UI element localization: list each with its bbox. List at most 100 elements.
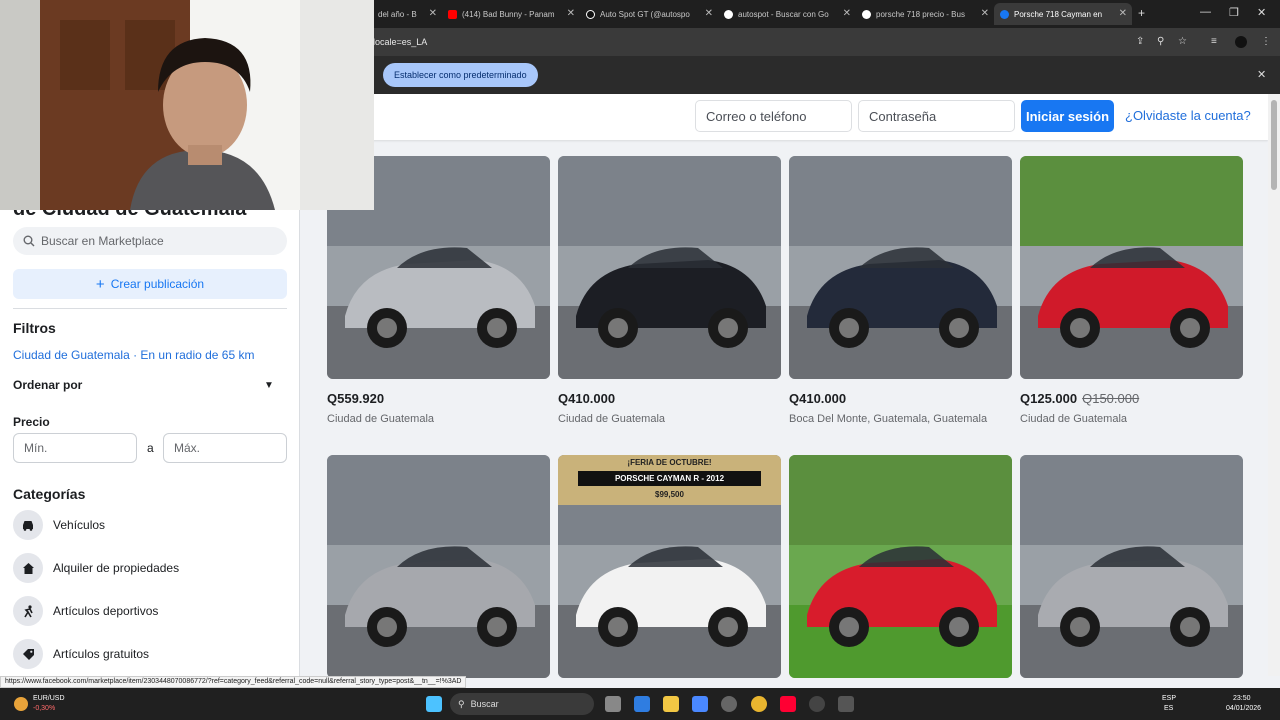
category-free[interactable]: Artículos gratuitos [13,639,149,669]
profile-avatar-icon[interactable] [1235,36,1247,48]
price-separator: a [147,441,154,455]
tab-title: Porsche 718 Cayman en [1014,9,1103,19]
clock-date: 04/01/2026 [1226,705,1262,712]
promo-banner: ¡FERIA DE OCTUBRE! PORSCHE CAYMAN R - 201… [558,455,781,505]
listing-photo[interactable] [1020,455,1243,678]
search-input[interactable]: Buscar en Marketplace [13,227,287,255]
category-rentals[interactable]: Alquiler de propiedades [13,553,179,583]
ticker-label: EUR/USD [33,695,65,702]
listing-card[interactable]: Q410.000 Boca Del Monte, Guatemala, Guate… [789,156,1012,425]
price-heading: Precio [13,415,50,429]
browser-tab-active[interactable]: Porsche 718 Cayman en ✕ [994,3,1132,25]
price-min-input[interactable]: Mín. [13,433,137,463]
category-label: Artículos deportivos [53,604,159,618]
clock-time[interactable]: 23:50 [1233,695,1251,702]
browser-tab[interactable]: del año - B ✕ [372,3,442,25]
current-price: Q410.000 [789,391,847,406]
create-label: Crear publicación [110,277,205,291]
email-field[interactable]: Correo o teléfono [695,100,852,132]
taskbar-search-label: Buscar [470,699,499,709]
banner-title: ¡FERIA DE OCTUBRE! [627,458,712,467]
categories-heading: Categorías [13,486,86,502]
listing-card[interactable]: Q410.000 Ciudad de Guatemala [558,156,781,425]
zoom-icon[interactable]: ⚲ [1157,36,1164,47]
store-icon[interactable] [634,696,650,712]
lang-label[interactable]: ESP [1162,695,1176,702]
close-icon[interactable]: ✕ [1257,68,1266,81]
browser-tab[interactable]: porsche 718 precio - Bus ✕ [856,3,994,25]
url-text[interactable]: locale=es_LA [373,37,427,47]
listing-photo[interactable] [558,156,781,379]
steam-icon[interactable] [721,696,737,712]
windows-start-icon[interactable] [426,696,442,712]
listing-price: Q410.000 [558,391,781,406]
location-filter-link[interactable]: Ciudad de Guatemala · En un radio de 65 … [13,348,254,362]
listing-card[interactable]: Q125.000 Q150.000 Ciudad de Guatemala [1020,156,1243,425]
old-price: Q150.000 [1082,391,1140,406]
install-icon[interactable]: ⇪ [1136,36,1144,47]
sport-icon [13,596,43,626]
search-icon [23,235,35,247]
current-price: Q125.000 [1020,391,1078,406]
current-price: Q410.000 [558,391,616,406]
bookmark-star-icon[interactable]: ☆ [1178,36,1187,47]
new-tab-icon[interactable]: + [1138,6,1145,20]
price-max-input[interactable]: Máx. [163,433,287,463]
calculator-icon[interactable] [838,696,854,712]
category-label: Alquiler de propiedades [53,561,180,575]
close-icon[interactable]: ✕ [1119,8,1127,19]
create-listing-button[interactable]: + Crear publicación [13,269,287,299]
browser-tab[interactable]: (414) Bad Bunny - Panam ✕ [442,3,580,25]
close-window-icon[interactable]: ✕ [1257,6,1266,19]
listing-card[interactable] [327,455,550,678]
login-button[interactable]: Iniciar sesión [1021,100,1114,132]
sort-dropdown[interactable]: Ordenar por [13,378,82,392]
listing-card[interactable]: ¡FERIA DE OCTUBRE! PORSCHE CAYMAN R - 201… [558,455,781,678]
listing-card[interactable] [789,455,1012,678]
plus-icon: + [95,275,105,293]
chevron-down-icon[interactable]: ▼ [264,380,274,391]
search-icon: ⚲ [458,698,465,709]
listing-location: Ciudad de Guatemala [1020,413,1128,425]
chrome-icon[interactable] [751,696,767,712]
listing-photo[interactable] [327,455,550,678]
copilot-icon[interactable] [692,696,708,712]
listing-card[interactable] [1020,455,1243,678]
listing-photo[interactable] [789,156,1012,379]
tiktok-icon [586,9,595,19]
maximize-icon[interactable]: ❐ [1229,6,1239,19]
forgot-account-link[interactable]: ¿Olvidaste la cuenta? [1125,108,1251,123]
listing-location: Boca Del Monte, Guatemala, Guatemala [789,413,988,425]
media-player-icon[interactable] [809,696,825,712]
set-default-button[interactable]: Establecer como predeterminado [383,63,538,87]
close-icon[interactable]: ✕ [981,8,989,19]
browser-tab[interactable]: Auto Spot GT (@autospo ✕ [580,3,718,25]
weather-icon[interactable] [14,697,28,711]
taskbar-search[interactable]: ⚲ Buscar [450,693,594,715]
category-sports[interactable]: Artículos deportivos [13,596,158,626]
ticker-change: -0,30% [33,705,56,712]
reading-list-icon[interactable]: ≡ [1211,36,1217,47]
password-field[interactable]: Contraseña [858,100,1015,132]
close-icon[interactable]: ✕ [429,8,437,19]
listing-photo[interactable] [789,455,1012,678]
link-status-bar: https://www.facebook.com/marketplace/ite… [0,676,467,688]
category-vehicles[interactable]: Vehículos [13,510,105,540]
tab-title: Auto Spot GT (@autospo [600,9,690,19]
close-icon[interactable]: ✕ [843,8,851,19]
close-icon[interactable]: ✕ [705,8,713,19]
task-view-icon[interactable] [605,696,621,712]
listing-photo[interactable] [1020,156,1243,379]
listing-photo[interactable]: ¡FERIA DE OCTUBRE! PORSCHE CAYMAN R - 201… [558,455,781,678]
scrollbar-thumb[interactable] [1271,100,1277,190]
house-icon [13,553,43,583]
listing-price: Q410.000 [789,391,1012,406]
file-explorer-icon[interactable] [663,696,679,712]
close-icon[interactable]: ✕ [567,8,575,19]
browser-tab[interactable]: autospot - Buscar con Go ✕ [718,3,856,25]
minimize-icon[interactable]: — [1200,6,1211,18]
menu-icon[interactable]: ⋮ [1261,36,1271,47]
youtube-icon[interactable] [780,696,796,712]
category-label: Artículos gratuitos [53,647,150,661]
divider [13,308,287,309]
